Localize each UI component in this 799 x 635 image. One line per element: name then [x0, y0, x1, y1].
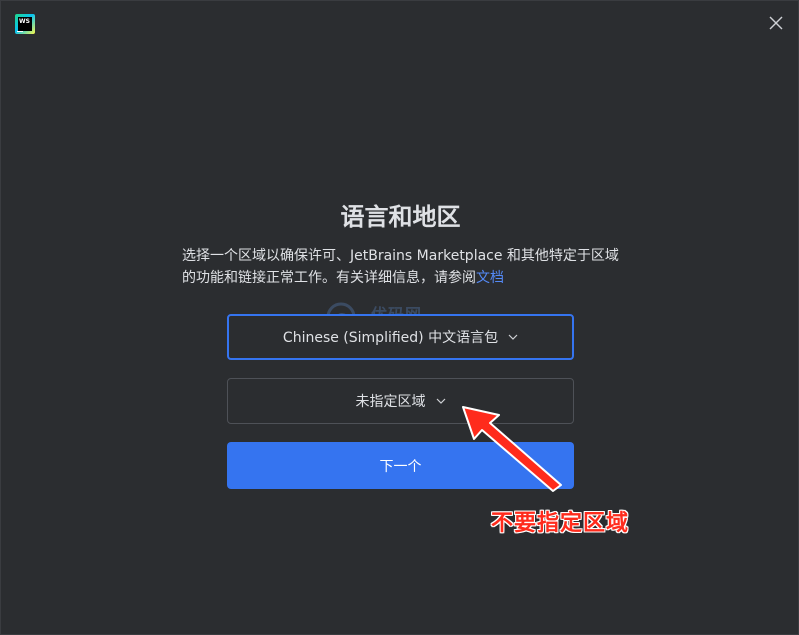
- close-icon: [769, 16, 783, 30]
- language-select[interactable]: Chinese (Simplified) 中文语言包: [227, 314, 574, 360]
- description: 选择一个区域以确保许可、JetBrains Marketplace 和其他特定于…: [182, 245, 622, 289]
- language-select-value: Chinese (Simplified) 中文语言包: [282, 330, 499, 346]
- annotation-arrow-icon: [462, 406, 562, 492]
- logo-bar: [17, 31, 23, 32]
- annotation-text: 不要指定区域: [491, 511, 630, 536]
- setup-window: WS 语言和地区 选择一个区域以确保许可、JetBrains Marketpla…: [0, 0, 799, 635]
- close-button[interactable]: [766, 13, 786, 33]
- description-text: 选择一个区域以确保许可、JetBrains Marketplace 和其他特定于…: [182, 248, 619, 286]
- page-title: 语言和地区: [340, 203, 461, 231]
- docs-link[interactable]: 文档: [476, 270, 504, 286]
- chevron-down-icon: [436, 398, 445, 404]
- logo-text: WS: [18, 17, 32, 31]
- region-select-value: 未指定区域: [355, 394, 426, 410]
- chevron-down-icon: [508, 334, 518, 340]
- webstorm-logo-icon: WS: [15, 14, 35, 34]
